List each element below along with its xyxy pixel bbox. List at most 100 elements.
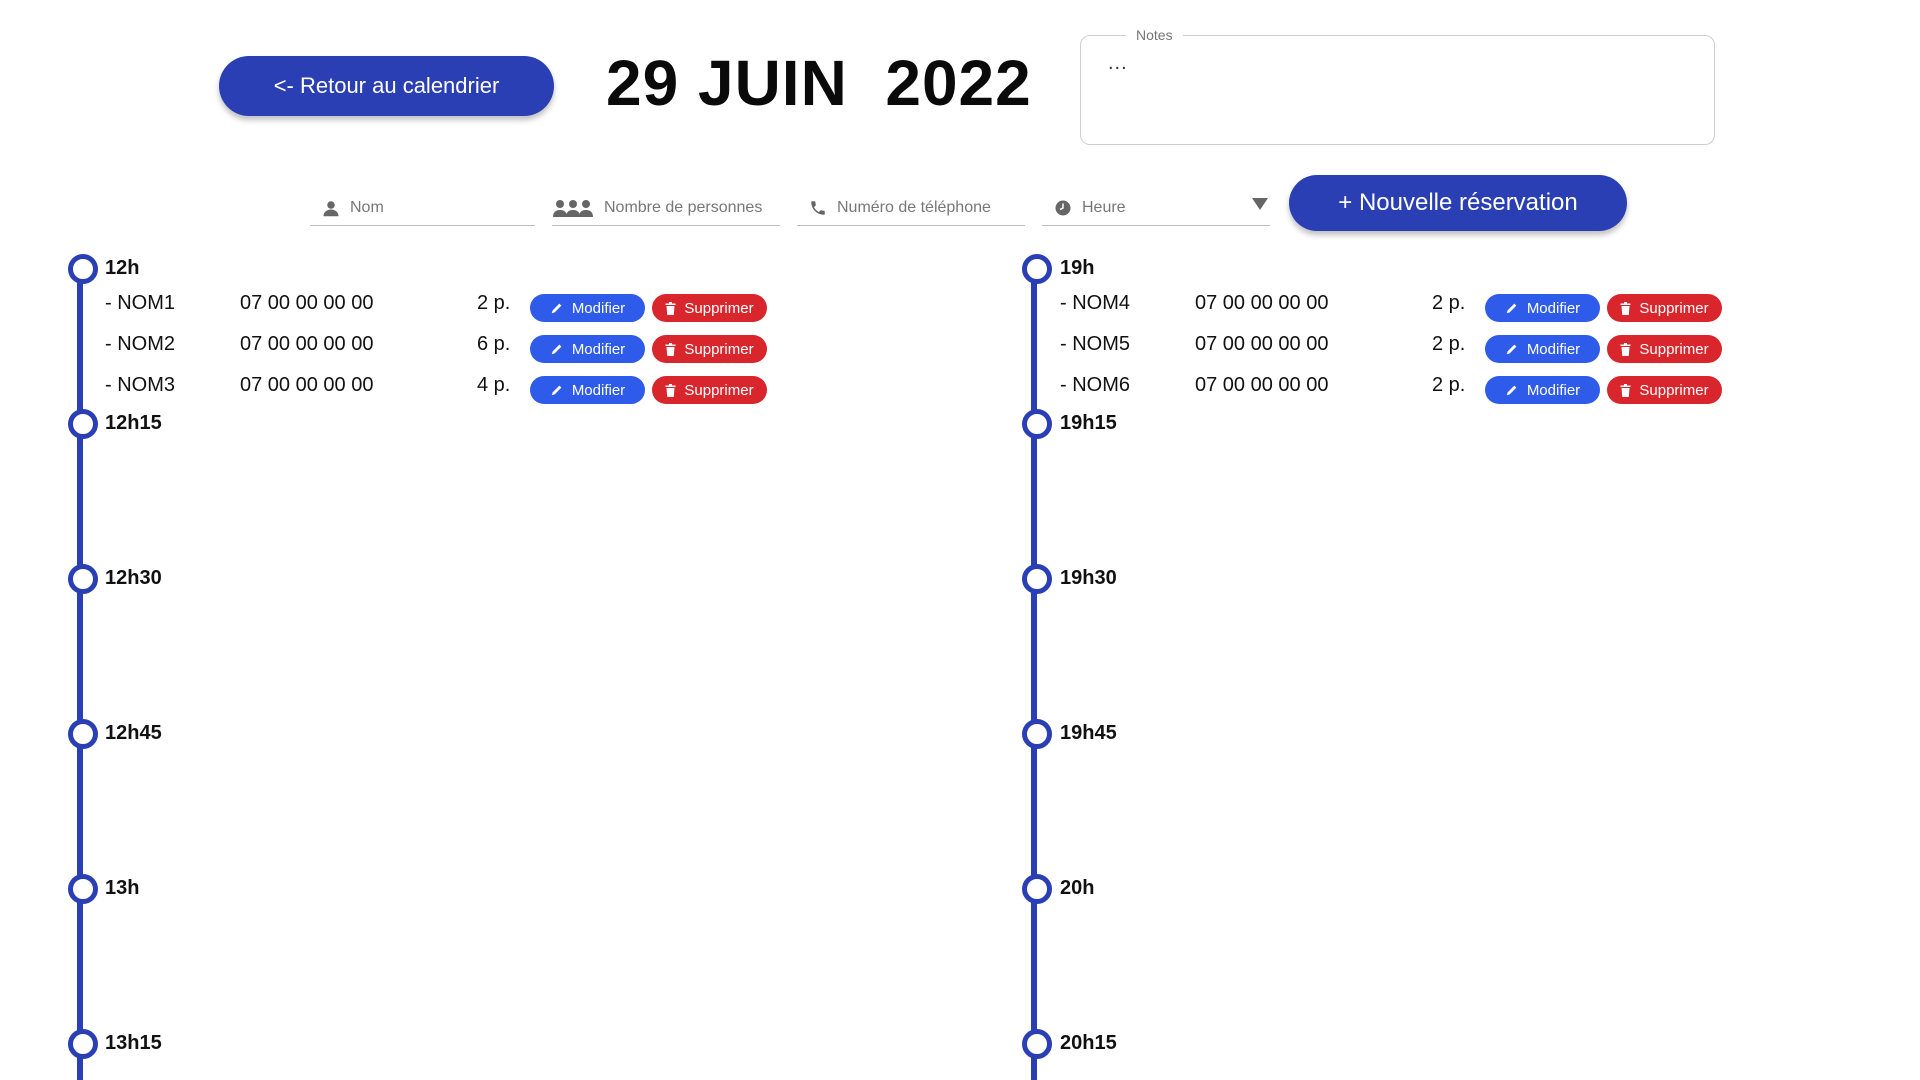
person-icon — [322, 199, 340, 217]
reservation-row: - NOM4 07 00 00 00 00 2 p. Modifier Supprime… — [1060, 292, 1740, 322]
delete-button[interactable]: Supprimer — [1607, 376, 1722, 404]
reservation-party-size: 6 p. — [477, 333, 511, 355]
time-slot-dot — [68, 1029, 98, 1059]
reservation-row: - NOM1 07 00 00 00 00 2 p. Modifier Supprime… — [105, 292, 785, 322]
delete-label: Supprimer — [684, 299, 754, 317]
reservation-phone: 07 00 00 00 00 — [1195, 292, 1329, 314]
name-field — [310, 190, 535, 226]
phone-input[interactable] — [837, 198, 1025, 217]
modify-label: Modifier — [571, 299, 626, 317]
time-slot-label: 12h15 — [105, 412, 162, 434]
trash-icon — [1620, 342, 1631, 356]
modify-button[interactable]: Modifier — [530, 376, 645, 404]
page-title: 29 JUIN 2022 — [606, 47, 1032, 119]
time-slot-dot — [68, 564, 98, 594]
trash-icon — [665, 301, 676, 315]
modify-label: Modifier — [1526, 381, 1581, 399]
time-slot-label: 20h15 — [1060, 1032, 1117, 1054]
timeline-lunch — [77, 270, 83, 1080]
page: <- Retour au calendrier 29 JUIN 2022 Not… — [0, 0, 1920, 1080]
pencil-icon — [1505, 342, 1519, 356]
delete-label: Supprimer — [684, 381, 754, 399]
people-field — [552, 190, 780, 226]
reservation-name: - NOM2 — [105, 333, 175, 355]
reservation-phone: 07 00 00 00 00 — [240, 333, 374, 355]
back-to-calendar-button[interactable]: <- Retour au calendrier — [219, 56, 554, 116]
reservation-phone: 07 00 00 00 00 — [1195, 333, 1329, 355]
pencil-icon — [1505, 301, 1519, 315]
name-input[interactable] — [350, 198, 535, 217]
timeline-dinner — [1031, 270, 1037, 1080]
trash-icon — [1620, 301, 1631, 315]
modify-button[interactable]: Modifier — [1485, 294, 1600, 322]
notes-field[interactable] — [1080, 35, 1715, 145]
modify-label: Modifier — [1526, 340, 1581, 358]
pencil-icon — [550, 342, 564, 356]
reservation-name: - NOM1 — [105, 292, 175, 314]
time-slot-label: 20h — [1060, 877, 1095, 899]
modify-label: Modifier — [571, 340, 626, 358]
time-slot-label: 12h — [105, 257, 140, 279]
reservation-row: - NOM6 07 00 00 00 00 2 p. Modifier Supprime… — [1060, 374, 1740, 404]
time-slot-dot — [1022, 409, 1052, 439]
reservation-phone: 07 00 00 00 00 — [240, 292, 374, 314]
group-icon — [552, 198, 594, 218]
reservation-name: - NOM4 — [1060, 292, 1130, 314]
time-slot-dot — [68, 719, 98, 749]
time-slot-dot — [68, 874, 98, 904]
reservation-party-size: 2 p. — [477, 292, 511, 314]
time-slot-label: 12h30 — [105, 567, 162, 589]
delete-label: Supprimer — [1639, 381, 1709, 399]
modify-button[interactable]: Modifier — [1485, 335, 1600, 363]
time-slot-label: 19h15 — [1060, 412, 1117, 434]
reservation-name: - NOM3 — [105, 374, 175, 396]
time-slot-label: 19h30 — [1060, 567, 1117, 589]
trash-icon — [665, 342, 676, 356]
delete-label: Supprimer — [1639, 299, 1709, 317]
pencil-icon — [550, 301, 564, 315]
time-slot-label: 13h — [105, 877, 140, 899]
time-slot-dot — [1022, 719, 1052, 749]
time-slot-dot — [68, 254, 98, 284]
modify-label: Modifier — [1526, 299, 1581, 317]
pencil-icon — [1505, 383, 1519, 397]
time-slot-dot — [68, 409, 98, 439]
pencil-icon — [550, 383, 564, 397]
trash-icon — [665, 383, 676, 397]
delete-button[interactable]: Supprimer — [652, 376, 767, 404]
reservation-party-size: 2 p. — [1432, 292, 1466, 314]
trash-icon — [1620, 383, 1631, 397]
reservation-party-size: 2 p. — [1432, 374, 1466, 396]
reservation-phone: 07 00 00 00 00 — [240, 374, 374, 396]
modify-button[interactable]: Modifier — [530, 294, 645, 322]
time-slot-label: 12h45 — [105, 722, 162, 744]
delete-button[interactable]: Supprimer — [652, 335, 767, 363]
time-slot-dot — [1022, 1029, 1052, 1059]
reservation-row: - NOM5 07 00 00 00 00 2 p. Modifier Supprime… — [1060, 333, 1740, 363]
clock-icon — [1054, 199, 1072, 217]
reservation-row: - NOM3 07 00 00 00 00 4 p. Modifier Supprime… — [105, 374, 785, 404]
caret-down-icon[interactable] — [1252, 198, 1268, 210]
delete-button[interactable]: Supprimer — [1607, 294, 1722, 322]
time-slot-dot — [1022, 254, 1052, 284]
phone-field — [797, 190, 1025, 226]
reservation-phone: 07 00 00 00 00 — [1195, 374, 1329, 396]
delete-button[interactable]: Supprimer — [1607, 335, 1722, 363]
modify-button[interactable]: Modifier — [530, 335, 645, 363]
delete-label: Supprimer — [684, 340, 754, 358]
new-reservation-button[interactable]: + Nouvelle réservation — [1289, 175, 1627, 231]
notes-label: Notes — [1126, 27, 1183, 43]
time-field[interactable] — [1042, 190, 1270, 226]
phone-icon — [809, 199, 827, 217]
delete-button[interactable]: Supprimer — [652, 294, 767, 322]
time-slot-label: 19h45 — [1060, 722, 1117, 744]
time-slot-label: 13h15 — [105, 1032, 162, 1054]
reservation-name: - NOM6 — [1060, 374, 1130, 396]
time-slot-dot — [1022, 874, 1052, 904]
modify-button[interactable]: Modifier — [1485, 376, 1600, 404]
people-input[interactable] — [604, 198, 780, 217]
reservation-party-size: 4 p. — [477, 374, 511, 396]
time-slot-dot — [1022, 564, 1052, 594]
modify-label: Modifier — [571, 381, 626, 399]
time-select[interactable] — [1082, 198, 1222, 217]
